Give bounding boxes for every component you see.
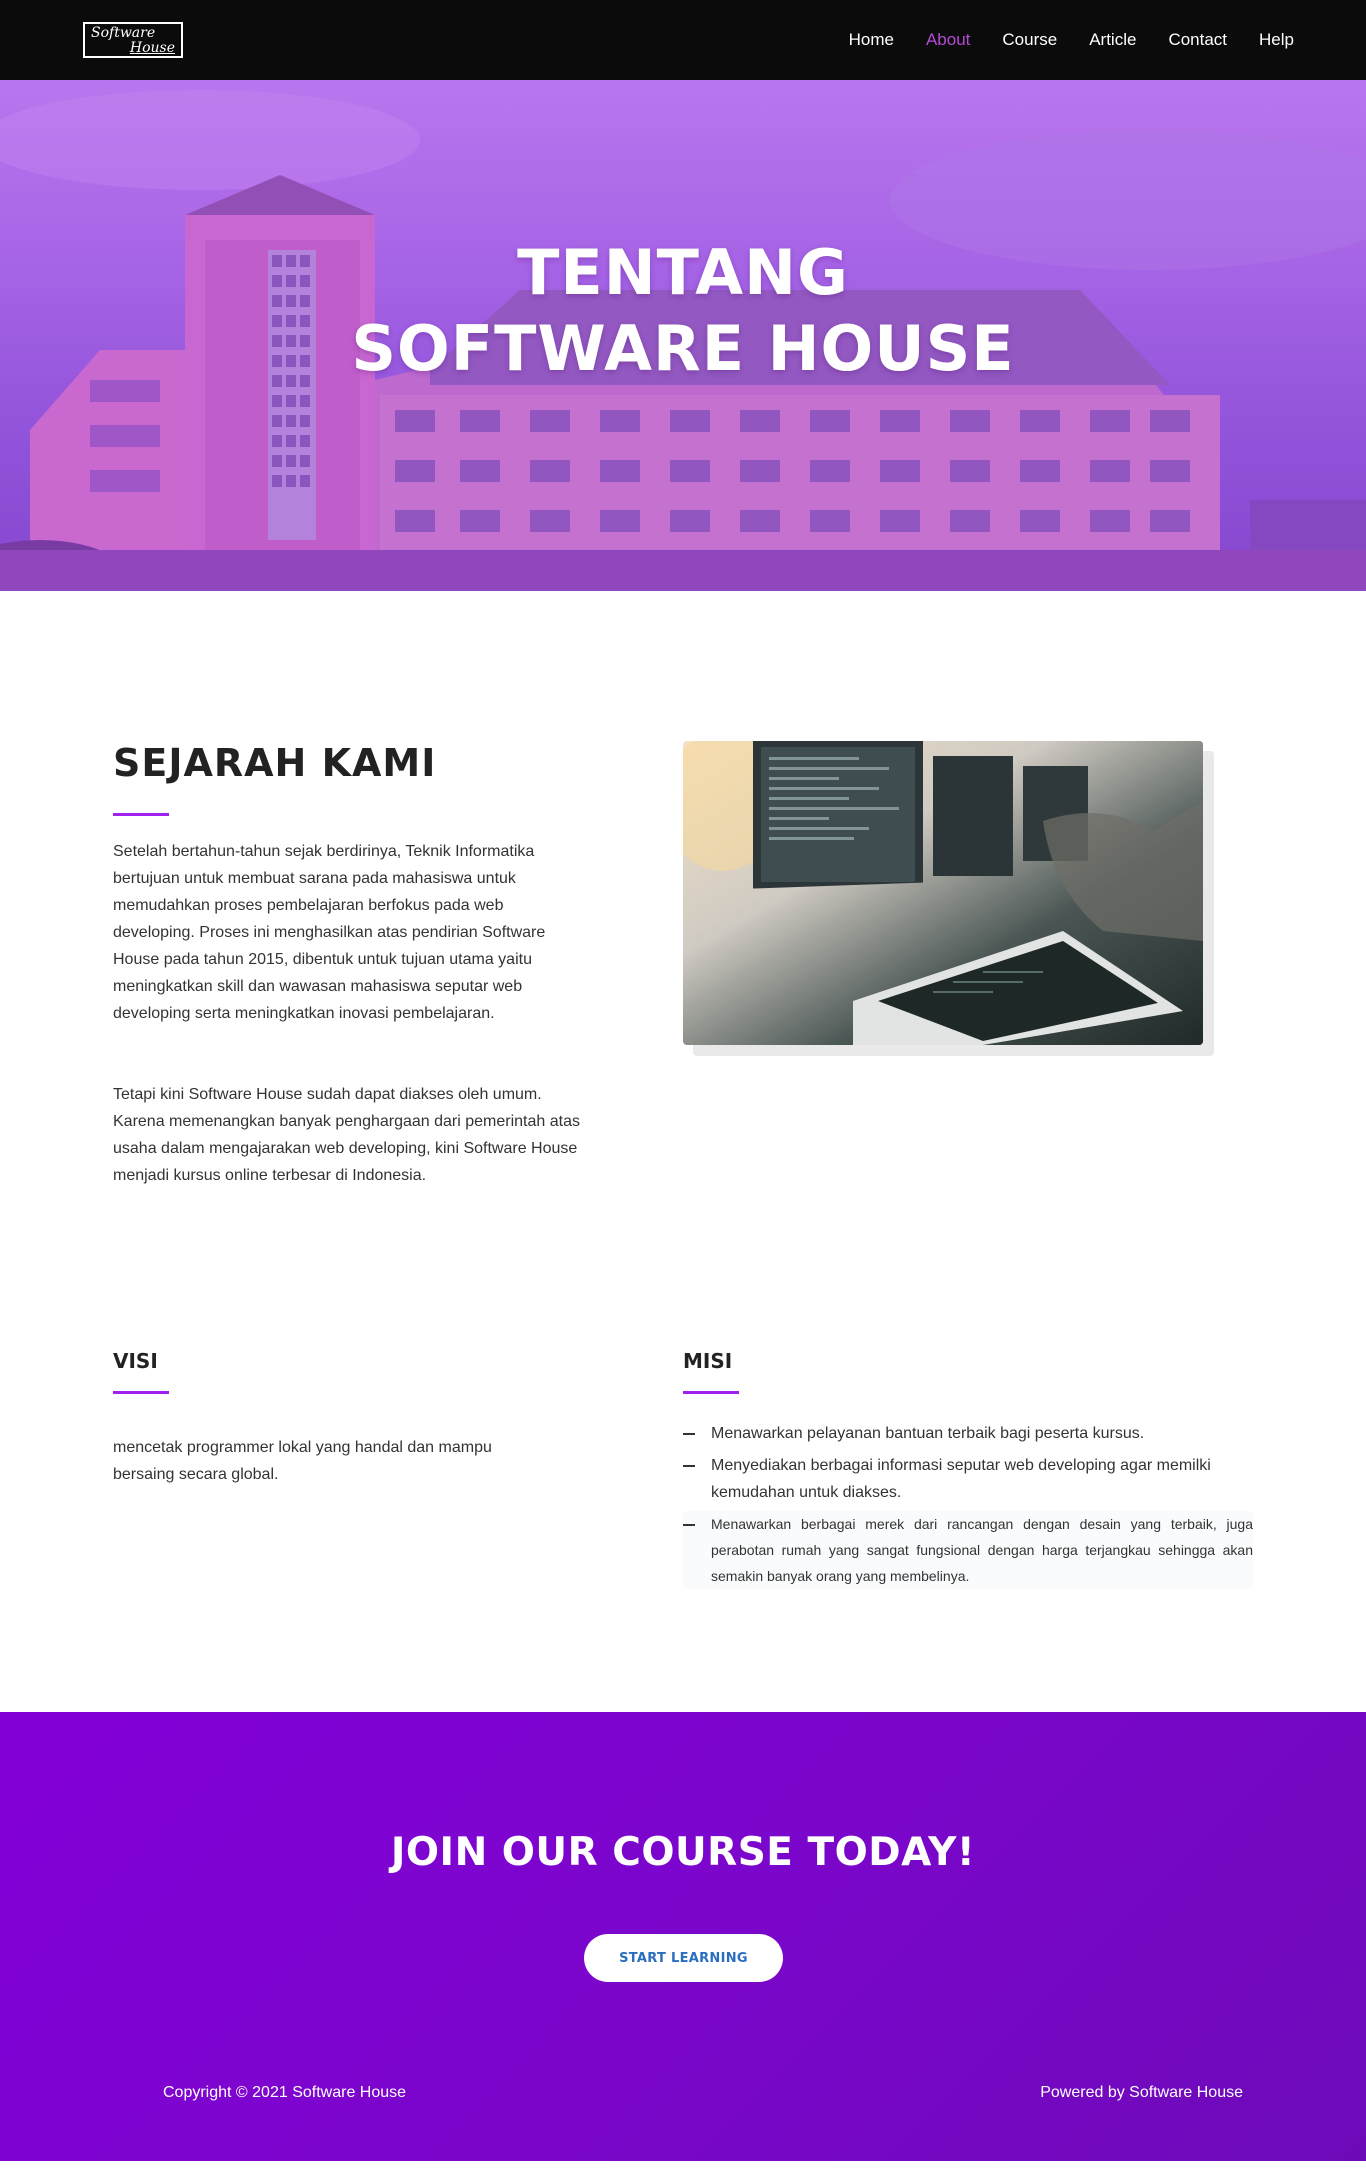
nav-link-about[interactable]: About [926, 30, 970, 50]
logo[interactable]: Software House [83, 22, 183, 58]
navbar: Software House Home About Course Article… [0, 0, 1366, 80]
history-block: SEJARAH KAMI Setelah bertahun-tahun seja… [113, 741, 583, 1189]
logo-line2: House [129, 40, 175, 56]
hero-title-line2: SOFTWARE HOUSE [351, 312, 1015, 385]
misi-item: Menyediakan berbagai informasi seputar w… [683, 1452, 1253, 1506]
nav-link-home[interactable]: Home [849, 30, 894, 50]
hero-title-line1: TENTANG [517, 236, 849, 309]
copyright-text: Copyright © 2021 Software House [163, 2084, 407, 2101]
footer: Copyright © 2021 Software House Powered … [163, 2084, 1243, 2102]
title-underline [113, 813, 169, 816]
misi-item: Menawarkan berbagai merek dari rancangan… [683, 1511, 1253, 1589]
powered-by-text: Powered by Software House [1040, 2084, 1243, 2101]
visi-title: VISI [113, 1349, 158, 1373]
logo-line1: Software [91, 25, 156, 41]
visi-underline [113, 1391, 169, 1394]
nav-link-course[interactable]: Course [1002, 30, 1057, 50]
visi-block: VISI mencetak programmer lokal yang hand… [113, 1349, 543, 1488]
history-paragraph-1: Setelah bertahun-tahun sejak berdirinya,… [113, 843, 546, 1022]
hero-title: TENTANG SOFTWARE HOUSE [0, 235, 1366, 387]
about-section: SEJARAH KAMI Setelah bertahun-tahun seja… [0, 591, 1366, 1712]
misi-item: Menawarkan pelayanan bantuan terbaik bag… [683, 1420, 1253, 1447]
developer-photo [683, 741, 1203, 1045]
nav-link-article[interactable]: Article [1089, 30, 1136, 50]
cta-section: JOIN OUR COURSE TODAY! START LEARNING Co… [0, 1712, 1366, 2161]
history-paragraph-2: Tetapi kini Software House sudah dapat d… [113, 1086, 580, 1184]
nav-links: Home About Course Article Contact Help [849, 30, 1294, 50]
misi-title: MISI [683, 1349, 733, 1373]
cta-title: JOIN OUR COURSE TODAY! [390, 1830, 976, 1875]
nav-link-help[interactable]: Help [1259, 30, 1294, 50]
nav-link-contact[interactable]: Contact [1168, 30, 1227, 50]
visi-text: mencetak programmer lokal yang handal da… [113, 1439, 492, 1483]
misi-block: MISI Menawarkan pelayanan bantuan terbai… [683, 1349, 1253, 1594]
hero-banner: TENTANG SOFTWARE HOUSE [0, 80, 1366, 591]
start-learning-button[interactable]: START LEARNING [584, 1934, 783, 1982]
misi-underline [683, 1391, 739, 1394]
history-image [683, 741, 1214, 1056]
misi-list: Menawarkan pelayanan bantuan terbaik bag… [683, 1420, 1253, 1589]
computer-screens-illustration [683, 741, 1203, 1045]
history-title: SEJARAH KAMI [113, 741, 437, 785]
